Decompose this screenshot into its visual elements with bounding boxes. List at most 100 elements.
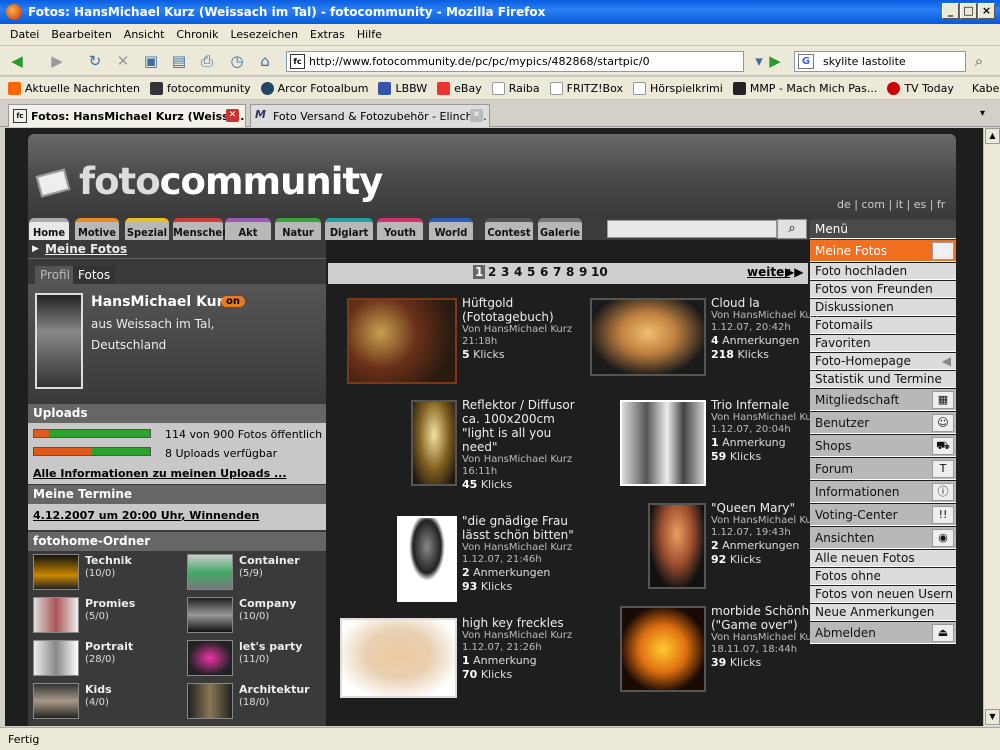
menu-meine-fotos[interactable]: Meine Fotos ▭ — [810, 240, 956, 262]
home-icon[interactable]: ⌂ — [256, 52, 274, 70]
nav-contest[interactable]: Contest — [485, 218, 533, 240]
folder-item[interactable]: let's party (11/0) — [183, 640, 333, 682]
print-icon[interactable]: ⎙ — [198, 52, 216, 70]
page-link[interactable]: 6 — [540, 265, 548, 279]
nav-world[interactable]: World — [429, 218, 473, 240]
menu-bearbeiten[interactable]: Bearbeiten — [45, 28, 117, 41]
new-page-icon[interactable]: ▣ — [142, 52, 160, 70]
site-search-button[interactable]: ⌕ — [777, 219, 807, 239]
menu-foto-homepage[interactable]: Foto-Homepage ◀ — [810, 353, 956, 370]
page-link[interactable]: 5 — [527, 265, 535, 279]
folder-item[interactable]: Promies (5/0) — [29, 597, 179, 639]
photo-thumb[interactable] — [347, 298, 457, 384]
photo-item[interactable]: Cloud la Von HansMichael Kurz 1.12.07, 20:… — [590, 296, 830, 398]
photo-thumb[interactable] — [397, 516, 457, 602]
photo-thumb[interactable] — [648, 503, 706, 589]
scroll-down-icon[interactable]: ▼ — [985, 709, 1000, 725]
menu-fotos-von-neuen-usern[interactable]: Fotos von neuen Usern — [810, 586, 956, 603]
menu-lesezeichen[interactable]: Lesezeichen — [224, 28, 304, 41]
page-link[interactable]: 2 — [488, 265, 496, 279]
photo-item[interactable]: Trio Infernale Von HansMichael Kurz 1.12.0… — [590, 398, 830, 500]
tab-fotos[interactable]: Fotos — [73, 266, 116, 284]
bookmark-item[interactable]: Hörspielkrimi — [632, 81, 723, 95]
maximize-button[interactable]: □ — [960, 3, 977, 19]
photo-item[interactable]: morbide Schönheit ("Game over") Von HansM… — [590, 604, 830, 706]
bookmark-item[interactable]: MMP - Mach Mich Pas... — [732, 81, 877, 95]
page-link[interactable]: 10 — [591, 265, 608, 279]
menu-chronik[interactable]: Chronik — [170, 28, 224, 41]
photo-thumb[interactable] — [620, 606, 706, 692]
menu-informationen[interactable]: Informationen ⓘ — [810, 481, 956, 503]
bookmark-item[interactable]: Aktuelle Nachrichten — [8, 81, 140, 95]
language-links[interactable]: de | com | it | es | fr — [837, 198, 945, 211]
photo-item[interactable]: "die gnädige Frau lässt schön bitten" Von… — [345, 514, 585, 616]
page-link[interactable]: 8 — [566, 265, 574, 279]
termin-link[interactable]: 4.12.2007 um 20:00 Uhr, Winnenden — [33, 509, 259, 522]
uploads-info-link[interactable]: Alle Informationen zu meinen Uploads ... — [33, 467, 287, 480]
close-tab-icon[interactable]: ✕ — [226, 109, 239, 122]
menu-hilfe[interactable]: Hilfe — [351, 28, 388, 41]
menu-diskussionen[interactable]: Diskussionen — [810, 299, 956, 316]
menu-neue-anmerkungen[interactable]: Neue Anmerkungen — [810, 604, 956, 621]
nav-natur[interactable]: Natur — [275, 218, 321, 240]
forward-icon[interactable]: ▶ — [48, 52, 66, 70]
folder-item[interactable]: Technik (10/0) — [29, 554, 179, 596]
url-field[interactable]: fc http://www.fotocommunity.de/pc/pc/myp… — [286, 51, 744, 72]
stop-icon[interactable]: ✕ — [114, 52, 132, 70]
folder-item[interactable]: Company (10/0) — [183, 597, 333, 639]
bookmark-icon[interactable]: ▤ — [170, 52, 188, 70]
menu-abmelden[interactable]: Abmelden ⏏ — [810, 622, 956, 644]
nav-digiart[interactable]: Digiart — [325, 218, 373, 240]
menu-ansicht[interactable]: Ansicht — [118, 28, 171, 41]
nav-spezial[interactable]: Spezial — [125, 218, 169, 240]
photo-thumb[interactable] — [620, 400, 706, 486]
bookmark-item[interactable]: eBay — [437, 81, 482, 95]
site-search-input[interactable] — [607, 220, 777, 238]
menu-foto-hochladen[interactable]: Foto hochladen — [810, 263, 956, 280]
photo-thumb[interactable] — [411, 400, 457, 486]
bookmark-item[interactable]: LBBW — [378, 81, 427, 95]
photo-thumb[interactable] — [590, 298, 706, 376]
history-icon[interactable]: ◷ — [228, 52, 246, 70]
bookmark-item[interactable]: TV Today — [887, 81, 954, 95]
menu-ansichten[interactable]: Ansichten ◉ — [810, 527, 956, 549]
folder-item[interactable]: Architektur (18/0) — [183, 683, 333, 725]
vertical-scrollbar[interactable]: ▲ ▼ — [983, 128, 1000, 726]
bookmark-item[interactable]: FRITZ!Box — [549, 81, 623, 95]
nav-galerie[interactable]: Galerie — [538, 218, 582, 240]
menu-favoriten[interactable]: Favoriten — [810, 335, 956, 352]
google-icon[interactable]: G — [798, 54, 814, 69]
photo-item[interactable]: "Queen Mary" Von HansMichael Kurz 1.12.07,… — [590, 501, 830, 603]
tab-list-icon[interactable]: ▾ — [980, 108, 985, 119]
next-page-link[interactable]: weiter — [747, 265, 790, 279]
tab-active[interactable]: fc Fotos: HansMichael Kurz (Weissa... ✕ — [8, 104, 246, 127]
bookmark-item[interactable]: fotocommunity — [149, 81, 251, 95]
photo-item[interactable]: Hüftgold (Fototagebuch) Von HansMichael K… — [345, 296, 585, 398]
menu-datei[interactable]: Datei — [4, 28, 45, 41]
menu-mitgliedschaft[interactable]: Mitgliedschaft ▦ — [810, 389, 956, 411]
menu-voting-center[interactable]: Voting-Center!! — [810, 504, 956, 526]
menu-alle-neuen-fotos[interactable]: Alle neuen Fotos — [810, 550, 956, 567]
bookmark-item[interactable]: Arcor Fotoalbum — [260, 81, 368, 95]
nav-menschen[interactable]: Menschen — [173, 218, 229, 240]
menu-extras[interactable]: Extras — [304, 28, 351, 41]
avatar[interactable] — [35, 293, 83, 389]
page-link[interactable]: 3 — [501, 265, 509, 279]
page-link[interactable]: 7 — [553, 265, 561, 279]
menu-shops[interactable]: Shops ⛟ — [810, 435, 956, 457]
page-link[interactable]: 4 — [514, 265, 522, 279]
menu-benutzer[interactable]: Benutzer ☺ — [810, 412, 956, 434]
menu-fotos-ohne-anmerkungen[interactable]: Fotos ohne Anmerkungen — [810, 568, 956, 600]
close-tab-icon[interactable]: ✕ — [470, 109, 483, 122]
meine-fotos-link[interactable]: Meine Fotos — [45, 242, 127, 256]
close-button[interactable]: × — [978, 3, 995, 19]
reload-icon[interactable]: ↻ — [86, 52, 104, 70]
nav-youth[interactable]: Youth — [377, 218, 423, 240]
tab-profil[interactable]: Profil — [35, 266, 75, 284]
page-link[interactable]: 1 — [473, 265, 486, 279]
menu-statistik[interactable]: Statistik und Termine — [810, 371, 956, 388]
menu-forum[interactable]: Forum T — [810, 458, 956, 480]
page-link[interactable]: 9 — [579, 265, 587, 279]
photo-thumb[interactable] — [340, 618, 457, 698]
bookmark-item[interactable]: Raiba — [491, 81, 540, 95]
